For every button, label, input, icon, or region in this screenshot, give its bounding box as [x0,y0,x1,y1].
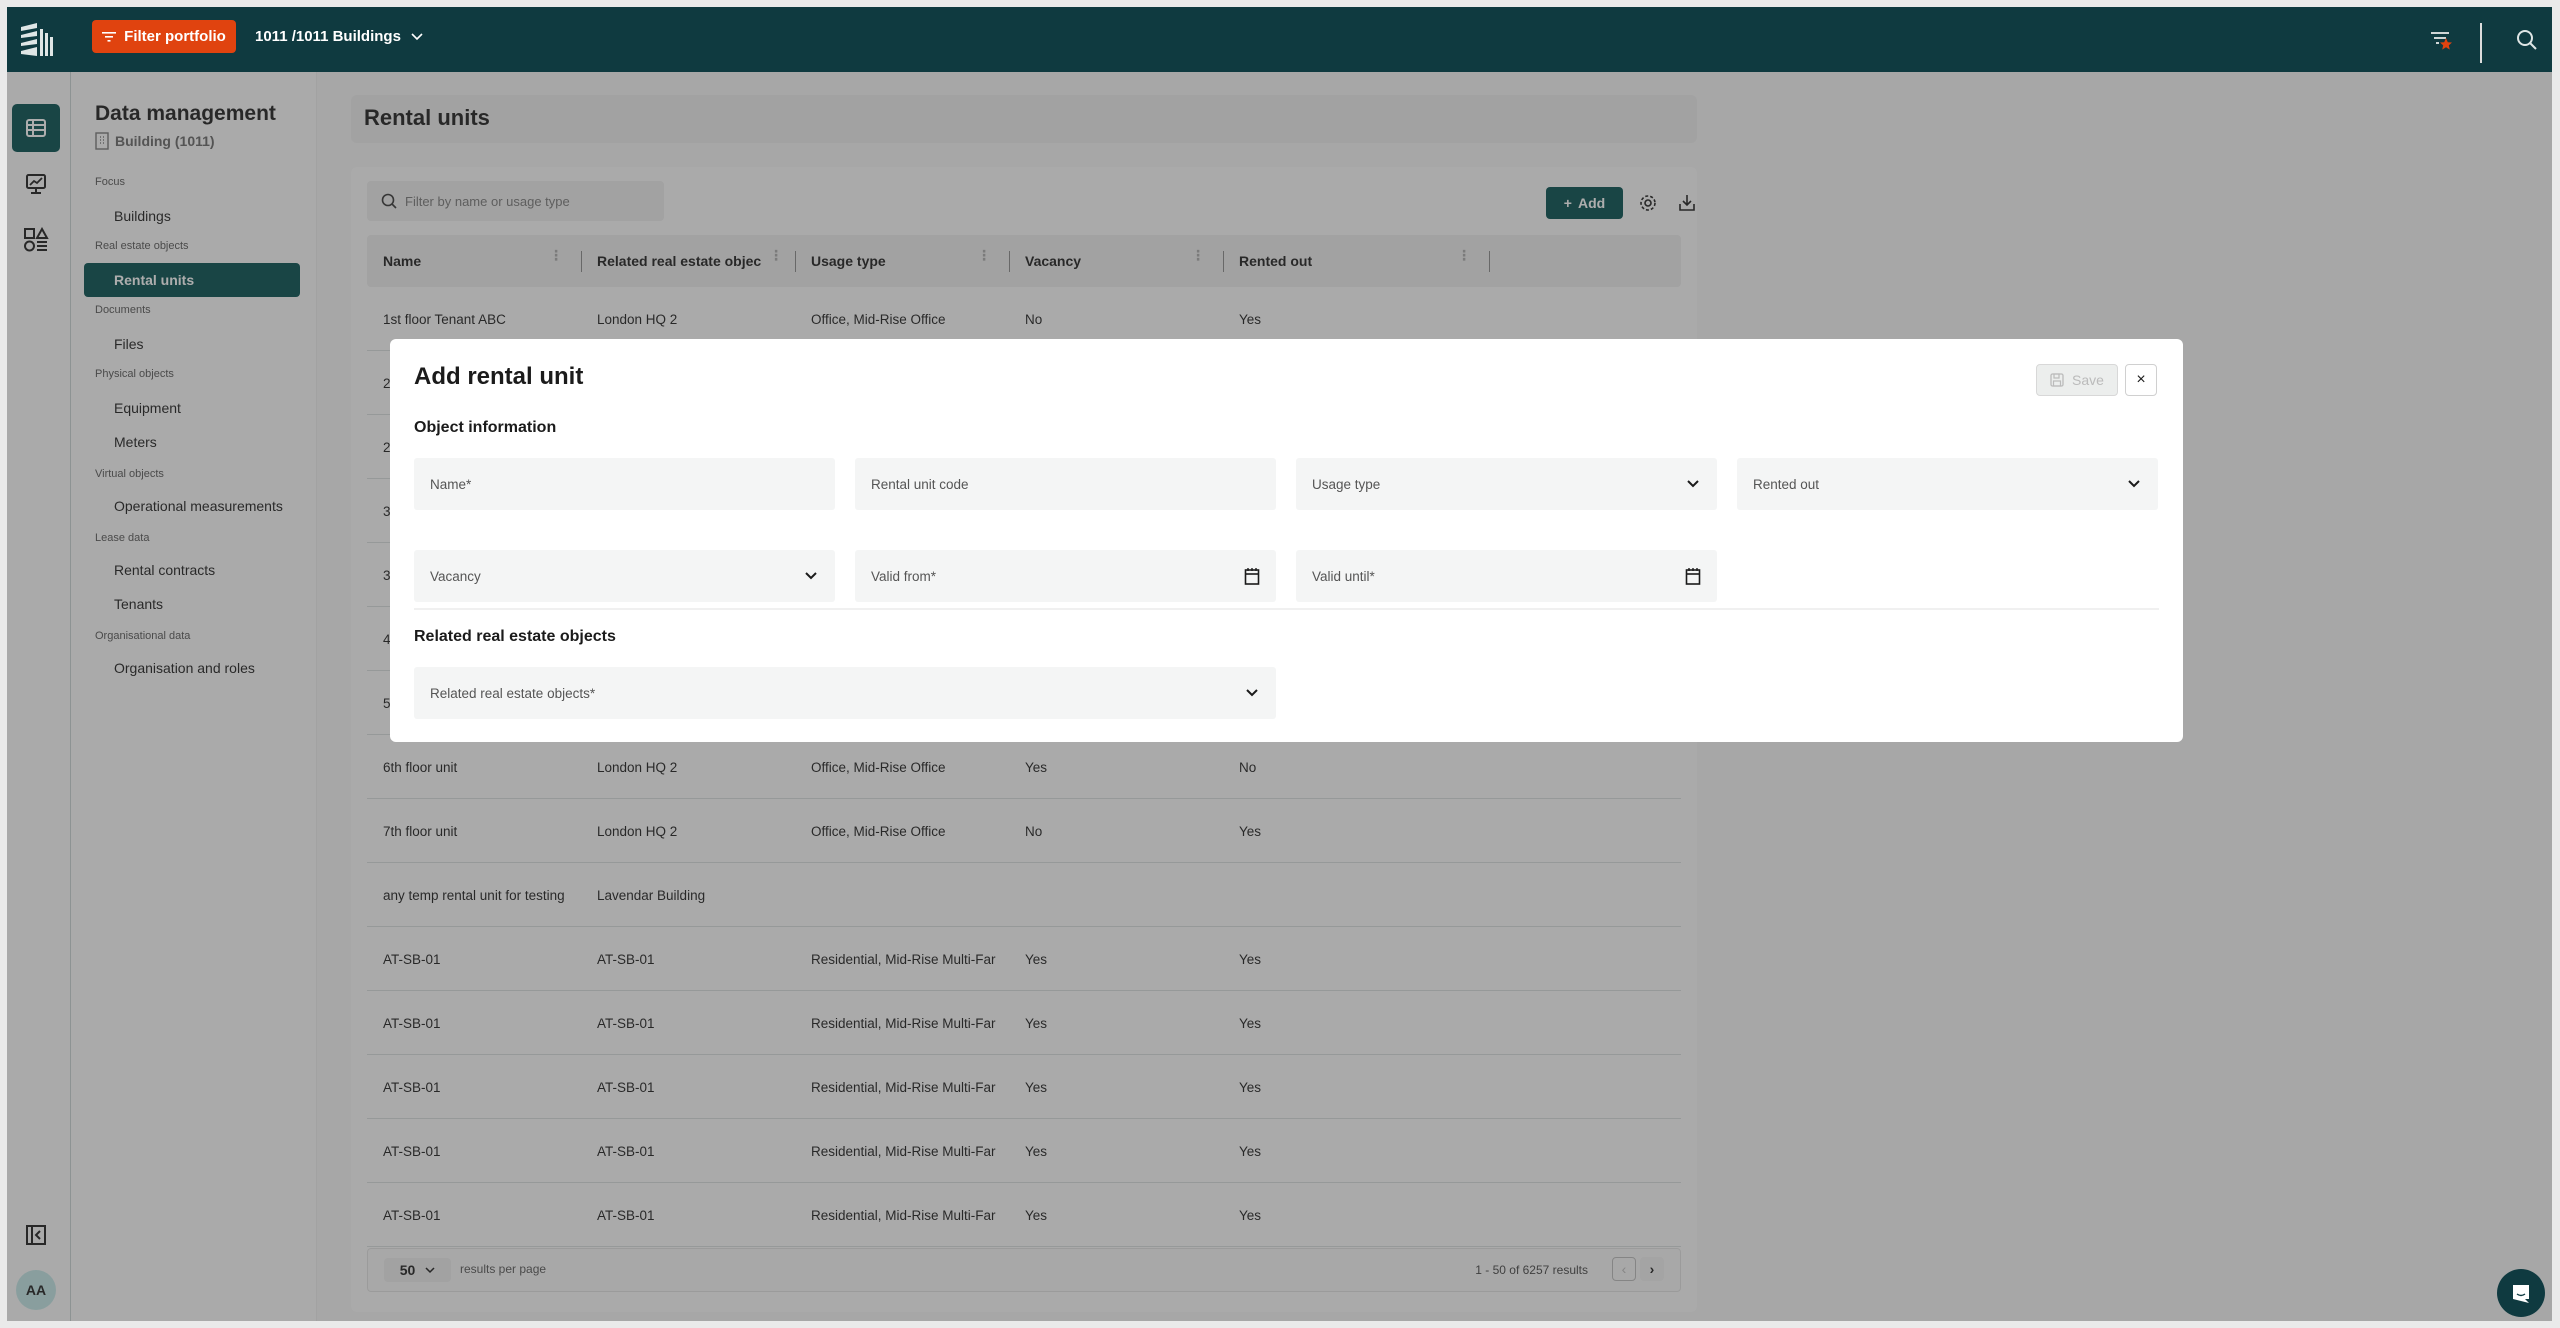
chevron-down-icon [1683,474,1703,494]
valid-until-date-field[interactable]: Valid until* [1296,550,1717,602]
filter-portfolio-button[interactable]: Filter portfolio [92,20,236,53]
logo-icon[interactable] [15,19,57,61]
add-rental-unit-dialog: Add rental unit Save × Object informatio… [390,339,2183,742]
calendar-icon[interactable] [1683,566,1703,586]
filter-portfolio-label: Filter portfolio [124,28,226,45]
rental-unit-code-placeholder: Rental unit code [871,476,969,492]
related-real-estate-objects-placeholder: Related real estate objects* [430,685,596,701]
rented-out-select[interactable]: Rented out [1737,458,2158,510]
name-field[interactable]: Name* [414,458,835,510]
vacancy-select[interactable]: Vacancy [414,550,835,602]
rented-out-placeholder: Rented out [1753,476,1820,492]
valid-until-placeholder: Valid until* [1312,568,1375,584]
calendar-icon[interactable] [1242,566,1262,586]
chevron-down-icon [801,566,821,586]
topbar-divider [2480,23,2482,63]
valid-from-date-field[interactable]: Valid from* [855,550,1276,602]
app-window: Filter portfolio 1011 /1011 Buildings AA [7,7,2552,1321]
save-button[interactable]: Save [2036,364,2118,396]
chat-icon [2513,1285,2529,1303]
close-button[interactable]: × [2125,364,2157,396]
filter-icon [102,31,117,42]
close-icon: × [2136,371,2146,388]
name-placeholder: Name* [430,476,472,492]
section-related-real-estate-objects: Related real estate objects [414,628,616,645]
related-real-estate-objects-select[interactable]: Related real estate objects* [414,667,1276,719]
save-icon [2050,373,2064,387]
chat-button[interactable] [2497,1269,2545,1317]
section-object-information: Object information [414,419,557,436]
usage-type-select[interactable]: Usage type [1296,458,1717,510]
top-bar: Filter portfolio 1011 /1011 Buildings [7,7,2552,72]
portfolio-selector[interactable]: 1011 /1011 Buildings [255,20,423,53]
portfolio-selector-label: 1011 /1011 Buildings [255,28,401,45]
search-icon[interactable] [2516,29,2538,51]
favorite-filter-icon[interactable] [2428,27,2456,55]
rental-unit-code-field[interactable]: Rental unit code [855,458,1276,510]
valid-from-placeholder: Valid from* [871,568,937,584]
chevron-down-icon [2124,474,2144,494]
dialog-title: Add rental unit [414,363,584,390]
save-label: Save [2072,372,2104,388]
vacancy-placeholder: Vacancy [430,568,481,584]
chevron-down-icon [1242,683,1262,703]
section-divider [414,608,2159,610]
usage-type-placeholder: Usage type [1312,476,1381,492]
chevron-down-icon [411,32,423,40]
